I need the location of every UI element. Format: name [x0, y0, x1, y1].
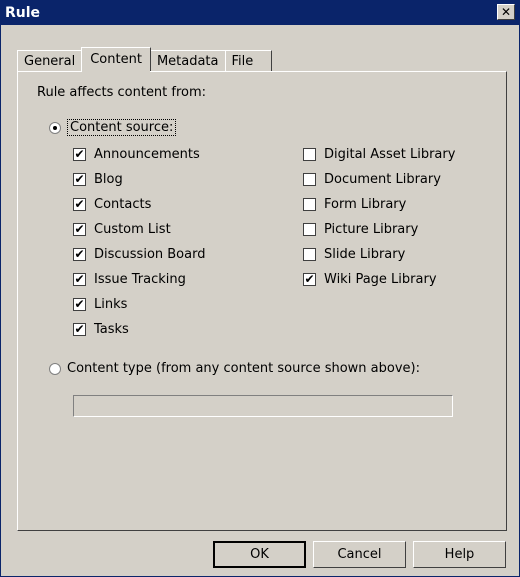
tab-general[interactable]: General [17, 50, 83, 71]
checkbox-label: Custom List [94, 221, 171, 237]
checkbox-label: Announcements [94, 146, 200, 162]
checkbox-blog[interactable]: ✔ Blog [73, 170, 123, 188]
cancel-label: Cancel [337, 547, 382, 562]
checkbox-indicator: ✔ [73, 171, 86, 186]
checkbox-indicator: ✔ [303, 271, 316, 286]
tab-file[interactable]: File [224, 50, 273, 71]
checkbox-label: Tasks [94, 321, 129, 337]
checkbox-label: Issue Tracking [94, 271, 186, 287]
tab-label: File [231, 53, 254, 69]
ok-label: OK [250, 547, 269, 562]
rule-dialog: Rule ✕ General Content Metadata File Rul… [0, 0, 520, 577]
cancel-button[interactable]: Cancel [313, 541, 406, 568]
tab-metadata[interactable]: Metadata [149, 50, 226, 71]
checkbox-tasks[interactable]: ✔ Tasks [73, 320, 129, 338]
checkbox-indicator [303, 172, 316, 186]
checkbox-label: Digital Asset Library [324, 146, 456, 162]
checkbox-contacts[interactable]: ✔ Contacts [73, 195, 151, 213]
checkbox-announcements[interactable]: ✔ Announcements [73, 145, 200, 163]
radio-indicator [49, 121, 61, 134]
checkbox-issue-tracking[interactable]: ✔ Issue Tracking [73, 270, 186, 288]
checkbox-document-library[interactable]: Document Library [303, 170, 441, 188]
content-source-radio[interactable]: Content source: [49, 119, 177, 136]
help-button[interactable]: Help [413, 541, 506, 568]
checkbox-form-library[interactable]: Form Library [303, 195, 406, 213]
checkbox-label: Wiki Page Library [324, 271, 437, 287]
checkbox-indicator [303, 147, 316, 161]
checkbox-indicator [303, 247, 316, 261]
help-label: Help [444, 547, 475, 562]
ok-button[interactable]: OK [213, 541, 306, 568]
checkbox-label: Discussion Board [94, 246, 206, 262]
checkbox-indicator: ✔ [73, 296, 86, 311]
window-title: Rule [5, 5, 41, 21]
affects-label: Rule affects content from: [37, 85, 207, 100]
tab-strip: General Content Metadata File [17, 47, 273, 72]
checkbox-wiki-page-library[interactable]: ✔ Wiki Page Library [303, 270, 437, 288]
checkbox-indicator [303, 197, 316, 211]
checkbox-label: Contacts [94, 196, 152, 212]
checkbox-discussion-board[interactable]: ✔ Discussion Board [73, 245, 205, 263]
checkbox-indicator: ✔ [73, 246, 86, 261]
tab-content[interactable]: Content [81, 47, 151, 72]
title-bar: Rule ✕ [1, 1, 519, 25]
close-icon: ✕ [500, 5, 512, 19]
tab-label: Metadata [156, 53, 219, 69]
content-type-label: Content type (from any content source sh… [67, 361, 420, 376]
checkbox-label: Blog [94, 171, 123, 187]
checkbox-slide-library[interactable]: Slide Library [303, 245, 405, 263]
checkbox-label: Form Library [324, 196, 407, 212]
checkbox-label: Document Library [324, 171, 441, 187]
close-button[interactable]: ✕ [497, 4, 515, 20]
checkbox-links[interactable]: ✔ Links [73, 295, 127, 313]
checkbox-indicator: ✔ [73, 196, 86, 211]
radio-indicator [49, 362, 61, 375]
checkbox-indicator [303, 222, 316, 236]
checkbox-indicator: ✔ [73, 271, 86, 286]
checkbox-custom-list[interactable]: ✔ Custom List [73, 220, 171, 238]
tab-label: General [24, 53, 76, 69]
checkbox-picture-library[interactable]: Picture Library [303, 220, 418, 238]
content-source-label: Content source: [67, 119, 177, 136]
checkbox-indicator: ✔ [73, 321, 86, 336]
checkbox-label: Picture Library [324, 221, 419, 237]
content-type-radio[interactable]: Content type (from any content source sh… [49, 361, 420, 376]
tab-label: Content [90, 52, 142, 67]
checkbox-label: Slide Library [324, 246, 406, 262]
checkbox-indicator: ✔ [73, 146, 86, 161]
content-type-field[interactable] [73, 395, 453, 417]
checkbox-label: Links [94, 296, 128, 312]
checkbox-digital-asset-library[interactable]: Digital Asset Library [303, 145, 455, 163]
checkbox-indicator: ✔ [73, 221, 86, 236]
